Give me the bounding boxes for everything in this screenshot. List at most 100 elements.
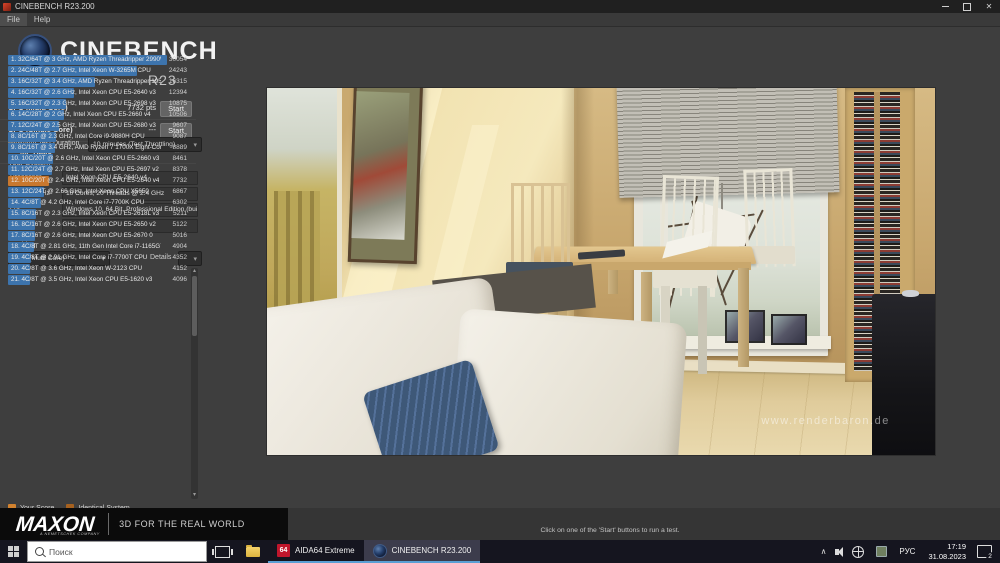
network-icon[interactable] — [852, 545, 865, 558]
clock[interactable]: 17:19 31.08.2023 — [921, 542, 973, 562]
ranking-row-label: 8. 8C/16T @ 2.3 GHz, Intel Core i9-9880H… — [11, 133, 145, 140]
ranking-row-score: 8378 — [172, 166, 187, 173]
ranking-row[interactable]: 9. 8C/16T @ 3.4 GHz, AMD Ryzen 7 1700X E… — [8, 142, 189, 153]
tray-date: 31.08.2023 — [928, 551, 966, 561]
task-view-button[interactable] — [207, 540, 238, 563]
maxon-separator — [108, 513, 110, 535]
ranking-row[interactable]: 1. 32C/64T @ 3 GHz, AMD Ryzen Threadripp… — [8, 54, 189, 65]
ranking-row-score: 24243 — [168, 67, 187, 74]
close-button[interactable]: ✕ — [978, 0, 1000, 13]
volume-icon[interactable] — [835, 546, 844, 557]
search-icon — [35, 547, 44, 556]
minimize-button[interactable] — [934, 0, 956, 13]
ranking-row-label: 3. 16C/32T @ 3.4 GHz, AMD Ryzen Threadri… — [11, 78, 161, 85]
maximize-button[interactable] — [956, 0, 978, 13]
ranking-row-score: 16315 — [168, 78, 187, 85]
ranking-row[interactable]: 19. 4C/8T @ 2.91 GHz, Intel Core i7-7700… — [8, 252, 189, 263]
ranking-row[interactable]: 20. 4C/8T @ 3.6 GHz, Intel Xeon W-2123 C… — [8, 263, 189, 274]
chevron-down-icon: ▾ — [193, 255, 197, 263]
ranking-scrollbar[interactable]: ▴ ▾ — [191, 268, 198, 499]
render-viewport: www.renderbaron.de — [267, 88, 935, 455]
ranking-row-label: 11. 12C/24T @ 2.7 GHz, Intel Xeon CPU E5… — [11, 166, 159, 173]
ranking-row-score: 7732 — [172, 177, 187, 184]
menu-bar: File Help — [0, 13, 1000, 27]
ranking-row[interactable]: 21. 4C/8T @ 3.5 GHz, Intel Xeon CPU E5-1… — [8, 274, 189, 285]
ranking-row[interactable]: 2. 24C/48T @ 2.7 GHz, Intel Xeon W-3265M… — [8, 65, 189, 76]
notification-badge: 2 — [986, 552, 994, 560]
search-input[interactable]: Поиск — [27, 541, 207, 562]
scroll-down-icon[interactable]: ▾ — [191, 492, 198, 499]
ranking-row[interactable]: 17. 8C/16T @ 2.6 GHz, Intel Xeon CPU E5-… — [8, 230, 189, 241]
notification-center-icon[interactable]: 2 — [977, 545, 994, 560]
ranking-row-label: 4. 16C/32T @ 2.6 GHz, Intel Xeon CPU E5-… — [11, 89, 156, 96]
start-menu-button[interactable] — [0, 540, 26, 563]
ranking-row-score: 12394 — [168, 89, 187, 96]
ranking-row-score: 5016 — [172, 232, 187, 239]
ranking-row[interactable]: 5. 16C/32T @ 2.3 GHz, Intel Xeon CPU E5-… — [8, 98, 189, 109]
maxon-subtitle: A NEMETSCHEK COMPANY — [40, 532, 100, 536]
ranking-row-label: 5. 16C/32T @ 2.3 GHz, Intel Xeon CPU E5-… — [11, 100, 156, 107]
ranking-row[interactable]: 8. 8C/16T @ 2.3 GHz, Intel Core i9-9880H… — [8, 131, 189, 142]
folder-icon — [246, 544, 260, 557]
maxon-tagline: 3D FOR THE REAL WORLD — [119, 519, 245, 529]
ranking-row[interactable]: 15. 8C/16T @ 2.3 GHz, Intel Xeon CPU E5-… — [8, 208, 189, 219]
taskbar: Поиск 64 AIDA64 Extreme CINEBENCH R23.20… — [0, 540, 1000, 563]
menu-help[interactable]: Help — [27, 13, 57, 26]
ranking-row-score: 10875 — [168, 100, 187, 107]
taskbar-app-cinebench[interactable]: CINEBENCH R23.200 — [363, 540, 481, 563]
ranking-row-label: 18. 4C/8T @ 2.81 GHz, 11th Gen Intel Cor… — [11, 243, 161, 250]
bottom-bar: MAXON A NEMETSCHEK COMPANY 3D FOR THE RE… — [0, 508, 1000, 540]
tray-time: 17:19 — [947, 541, 966, 551]
speaker-knob — [901, 289, 919, 298]
ranking-row-label: 19. 4C/8T @ 2.91 GHz, Intel Core i7-7700… — [11, 254, 148, 261]
ranking-row-label: 16. 8C/16T @ 2.6 GHz, Intel Xeon CPU E5-… — [11, 221, 156, 228]
ranking-row-label: 14. 4C/8T @ 4.2 GHz, Intel Core i7-7700K… — [11, 199, 145, 206]
tray-app-icon[interactable] — [876, 546, 888, 557]
file-explorer-button[interactable] — [238, 540, 268, 563]
ranking-row[interactable]: 16. 8C/16T @ 2.6 GHz, Intel Xeon CPU E5-… — [8, 219, 189, 230]
cinebench-label: CINEBENCH R23.200 — [391, 546, 472, 555]
maximize-icon — [963, 2, 971, 11]
ranking-row-score: 5211 — [173, 210, 187, 217]
ranking-row-score: 6302 — [172, 199, 187, 206]
app-icon — [3, 2, 11, 11]
language-indicator[interactable]: РУС — [893, 547, 921, 556]
ranking-row-label: 10. 10C/20T @ 2.6 GHz, Intel Xeon CPU E5… — [11, 155, 160, 162]
cinebench-window: CINEBENCH R23.200 ✕ File Help CINEBENCH … — [0, 0, 1000, 563]
ranking-row-score: 8889 — [172, 144, 187, 151]
menu-file[interactable]: File — [0, 13, 27, 26]
scroll-up-icon[interactable]: ▴ — [191, 268, 198, 275]
table-leg — [737, 267, 749, 367]
ranking-row[interactable]: 7. 12C/24T @ 2.5 GHz, Intel Xeon CPU E5-… — [8, 120, 189, 131]
status-message: Click on one of the 'Start' buttons to r… — [540, 527, 680, 534]
scrollbar-thumb[interactable] — [192, 276, 197, 336]
ranking-row-score: 4904 — [172, 243, 187, 250]
left-panel: CINEBENCH R23 CPU (Multi Core) 7732 pts … — [0, 26, 217, 512]
ranking-row[interactable]: 18. 4C/8T @ 2.81 GHz, 11th Gen Intel Cor… — [8, 241, 189, 252]
tray-expand-icon[interactable]: ∧ — [816, 547, 832, 556]
ranking-row[interactable]: 14. 4C/8T @ 4.2 GHz, Intel Core i7-7700K… — [8, 197, 189, 208]
ranking-row-score: 4352 — [172, 254, 187, 261]
chair-leg — [697, 286, 707, 375]
ranking-row[interactable]: 11. 12C/24T @ 2.7 GHz, Intel Xeon CPU E5… — [8, 164, 189, 175]
ranking-row[interactable]: 12. 10C/20T @ 2.4 GHz, Intel Xeon CPU E5… — [8, 175, 189, 186]
speaker — [871, 293, 935, 455]
ranking-row-label: 12. 10C/20T @ 2.4 GHz, Intel Xeon CPU E5… — [11, 177, 160, 184]
ranking-list: 1. 32C/64T @ 3 GHz, AMD Ryzen Threadripp… — [8, 54, 189, 285]
ranking-row-score: 4152 — [172, 265, 187, 272]
ranking-row-score: 4096 — [172, 276, 187, 283]
search-placeholder: Поиск — [49, 546, 73, 557]
windows-logo-icon — [7, 546, 19, 557]
task-view-icon — [212, 545, 233, 558]
ranking-row[interactable]: 10. 10C/20T @ 2.6 GHz, Intel Xeon CPU E5… — [8, 153, 189, 164]
ranking-row-score: 9607 — [172, 122, 187, 129]
ranking-row[interactable]: 13. 12C/24T @ 2.66 GHz, Intel Xeon CPU X… — [8, 186, 189, 197]
taskbar-app-aida64[interactable]: 64 AIDA64 Extreme — [268, 540, 364, 563]
ranking-row-score: 10506 — [168, 111, 187, 118]
ranking-row-score: 9087 — [172, 133, 187, 140]
ranking-row[interactable]: 3. 16C/32T @ 3.4 GHz, AMD Ryzen Threadri… — [8, 76, 189, 87]
ranking-row[interactable]: 6. 14C/28T @ 2 GHz, Intel Xeon CPU E5-26… — [8, 109, 189, 120]
ranking-row-score: 5122 — [172, 221, 187, 228]
ranking-row-label: 21. 4C/8T @ 3.5 GHz, Intel Xeon CPU E5-1… — [11, 276, 153, 283]
ranking-row[interactable]: 4. 16C/32T @ 2.6 GHz, Intel Xeon CPU E5-… — [8, 87, 189, 98]
